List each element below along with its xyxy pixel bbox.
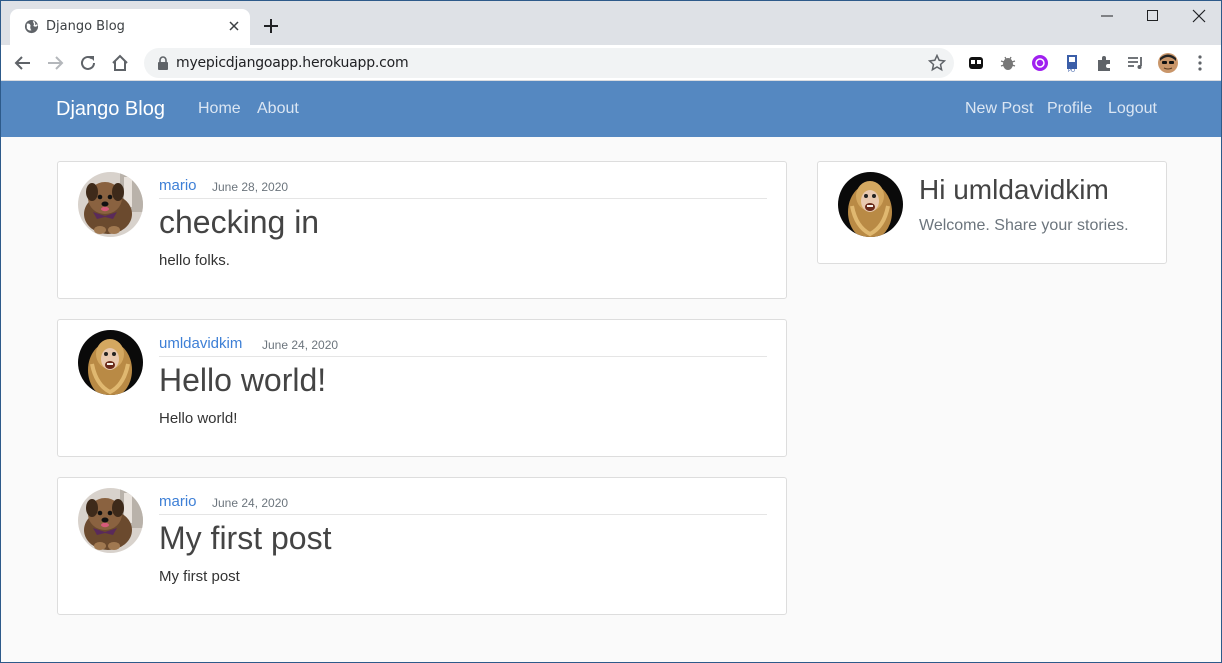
profile-avatar-icon[interactable] xyxy=(1158,53,1178,73)
browser-toolbar: myepicdjangoapp.herokuapp.com PO xyxy=(1,45,1221,81)
tab-title: Django Blog xyxy=(46,19,125,34)
post-meta: mario June 24, 2020 xyxy=(159,492,767,515)
svg-text:PO: PO xyxy=(1068,68,1075,73)
post-author-link[interactable]: mario xyxy=(159,493,197,510)
nav-about-link[interactable]: About xyxy=(257,100,299,118)
post-date: June 24, 2020 xyxy=(212,496,289,510)
post-card: umldavidkim June 24, 2020 Hello world! H… xyxy=(57,319,787,457)
nav-profile-link[interactable]: Profile xyxy=(1047,100,1092,118)
plus-icon[interactable] xyxy=(263,18,279,34)
nav-home-link[interactable]: Home xyxy=(198,100,241,118)
post-title-link[interactable]: My first post xyxy=(159,520,331,557)
user-avatar xyxy=(838,172,903,237)
post-content: Hello world! xyxy=(159,410,238,427)
menu-icon[interactable] xyxy=(1190,53,1210,73)
back-icon[interactable] xyxy=(14,54,32,72)
post-title-link[interactable]: checking in xyxy=(159,204,319,241)
sidebar-greeting-card: Hi umldavidkim Welcome. Share your stori… xyxy=(817,161,1167,264)
post-author-link[interactable]: umldavidkim xyxy=(159,335,242,352)
post-content: hello folks. xyxy=(159,252,230,269)
url-text[interactable]: myepicdjangoapp.herokuapp.com xyxy=(176,55,409,71)
post-card: mario June 24, 2020 My first post My fir… xyxy=(57,477,787,615)
address-bar[interactable]: myepicdjangoapp.herokuapp.com xyxy=(144,48,954,78)
forward-icon[interactable] xyxy=(46,54,64,72)
post-title-link[interactable]: Hello world! xyxy=(159,362,326,399)
nav-new-post-link[interactable]: New Post xyxy=(965,100,1033,118)
lock-icon[interactable] xyxy=(157,56,169,70)
home-icon[interactable] xyxy=(111,54,129,72)
close-window-icon[interactable] xyxy=(1192,9,1206,23)
monkey-avatar xyxy=(78,330,143,395)
post-meta: umldavidkim June 24, 2020 xyxy=(159,334,767,357)
close-icon[interactable] xyxy=(228,20,240,32)
media-control-icon[interactable] xyxy=(1126,53,1146,73)
extension-icon[interactable]: PO xyxy=(1062,53,1082,73)
maximize-icon[interactable] xyxy=(1146,9,1160,23)
post-meta: mario June 28, 2020 xyxy=(159,176,767,199)
browser-tab[interactable]: Django Blog xyxy=(10,9,250,45)
extension-icon[interactable] xyxy=(966,53,986,73)
post-date: June 24, 2020 xyxy=(262,338,339,352)
dog-avatar xyxy=(78,488,143,553)
post-card: mario June 28, 2020 checking in hello fo… xyxy=(57,161,787,299)
globe-icon xyxy=(24,19,39,34)
post-author-link[interactable]: mario xyxy=(159,177,197,194)
brand-link[interactable]: Django Blog xyxy=(56,98,165,121)
greeting-subtitle: Welcome. Share your stories. xyxy=(919,217,1129,234)
minimize-icon[interactable] xyxy=(1100,9,1114,23)
dog-avatar xyxy=(78,172,143,237)
site-navbar: Django Blog Home About New Post Profile … xyxy=(1,81,1221,137)
post-content: My first post xyxy=(159,568,240,585)
post-date: June 28, 2020 xyxy=(212,180,289,194)
browser-tab-bar: Django Blog xyxy=(1,1,1221,45)
reload-icon[interactable] xyxy=(79,54,97,72)
star-icon[interactable] xyxy=(928,54,946,72)
greeting-heading: Hi umldavidkim xyxy=(919,174,1109,205)
extensions-icon[interactable] xyxy=(1094,53,1114,73)
extension-icon[interactable] xyxy=(1030,53,1050,73)
nav-logout-link[interactable]: Logout xyxy=(1108,100,1157,118)
bug-extension-icon[interactable] xyxy=(998,53,1018,73)
